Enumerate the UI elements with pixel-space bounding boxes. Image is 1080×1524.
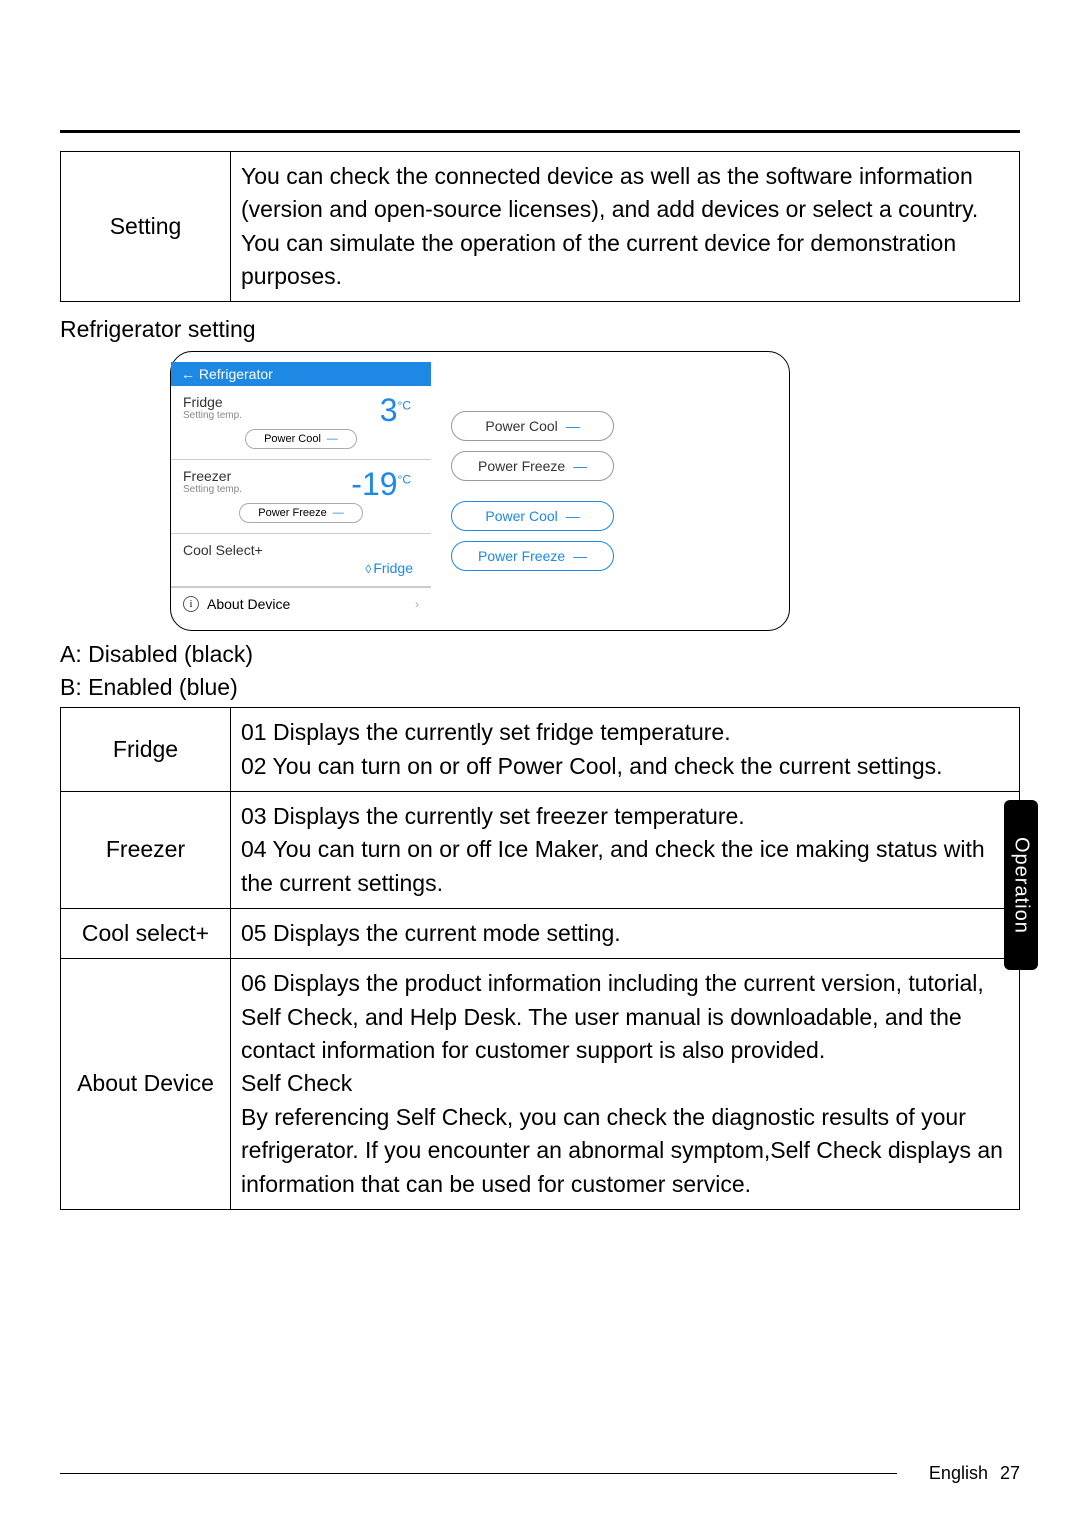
- row-desc: 05 Displays the current mode setting.: [231, 909, 1020, 959]
- description-table: Fridge 01 Displays the currently set fri…: [60, 707, 1020, 1209]
- row-desc: 06 Displays the product information incl…: [231, 959, 1020, 1209]
- row-desc: 01 Displays the currently set fridge tem…: [231, 708, 1020, 792]
- coolselect-value: ◊Fridge: [183, 560, 419, 576]
- setting-body: You can check the connected device as we…: [231, 152, 1020, 302]
- row-name: Freezer: [61, 792, 231, 909]
- table-row: Freezer 03 Displays the currently set fr…: [61, 792, 1020, 909]
- table-row: Cool select+ 05 Displays the current mod…: [61, 909, 1020, 959]
- freezer-temp: -19°C: [351, 466, 411, 503]
- table-row: About Device 06 Displays the product inf…: [61, 959, 1020, 1209]
- table-row: Setting You can check the connected devi…: [61, 152, 1020, 302]
- footer-rule: [60, 1473, 897, 1474]
- button-examples: Power Cool Power Freeze Power Cool Power…: [441, 362, 624, 620]
- legend-a: A: Disabled (black): [60, 641, 1020, 668]
- row-name: About Device: [61, 959, 231, 1209]
- row-desc: 03 Displays the currently set freezer te…: [231, 792, 1020, 909]
- setting-table: Setting You can check the connected devi…: [60, 151, 1020, 302]
- power-freeze-pill[interactable]: Power Freeze: [239, 503, 362, 523]
- phone-screen: ← Refrigerator Fridge Setting temp. 3°C …: [171, 362, 431, 620]
- chevron-right-icon: ›: [415, 597, 419, 611]
- disabled-group: Power Cool Power Freeze: [451, 411, 614, 481]
- refrigerator-diagram: ← Refrigerator Fridge Setting temp. 3°C …: [170, 351, 790, 631]
- power-cool-enabled[interactable]: Power Cool: [451, 501, 614, 531]
- table-row: Fridge 01 Displays the currently set fri…: [61, 708, 1020, 792]
- info-icon: i: [183, 596, 199, 612]
- enabled-group: Power Cool Power Freeze: [451, 501, 614, 571]
- page-footer: English 27: [60, 1463, 1020, 1484]
- row-name: Cool select+: [61, 909, 231, 959]
- drop-icon: ◊: [365, 562, 371, 576]
- power-cool-disabled[interactable]: Power Cool: [451, 411, 614, 441]
- power-freeze-disabled[interactable]: Power Freeze: [451, 451, 614, 481]
- top-rule: [60, 130, 1020, 133]
- legend-b: B: Enabled (blue): [60, 674, 1020, 701]
- power-cool-pill[interactable]: Power Cool: [245, 429, 357, 449]
- screen-title-bar: ← Refrigerator: [171, 362, 431, 386]
- power-freeze-enabled[interactable]: Power Freeze: [451, 541, 614, 571]
- about-device-label: About Device: [207, 596, 290, 612]
- coolselect-row[interactable]: Cool Select+ ◊Fridge: [171, 534, 431, 587]
- side-tab-operation: Operation: [1004, 800, 1038, 970]
- freezer-row: Freezer Setting temp. -19°C Power Freeze: [171, 460, 431, 534]
- footer-page-number: 27: [1000, 1463, 1020, 1484]
- setting-header: Setting: [61, 152, 231, 302]
- footer-language: English: [929, 1463, 988, 1484]
- coolselect-label: Cool Select+: [183, 542, 419, 558]
- section-heading: Refrigerator setting: [60, 316, 1020, 343]
- fridge-row: Fridge Setting temp. 3°C Power Cool: [171, 386, 431, 460]
- fridge-temp: 3°C: [380, 392, 411, 429]
- row-name: Fridge: [61, 708, 231, 792]
- about-device-row[interactable]: i About Device ›: [171, 587, 431, 620]
